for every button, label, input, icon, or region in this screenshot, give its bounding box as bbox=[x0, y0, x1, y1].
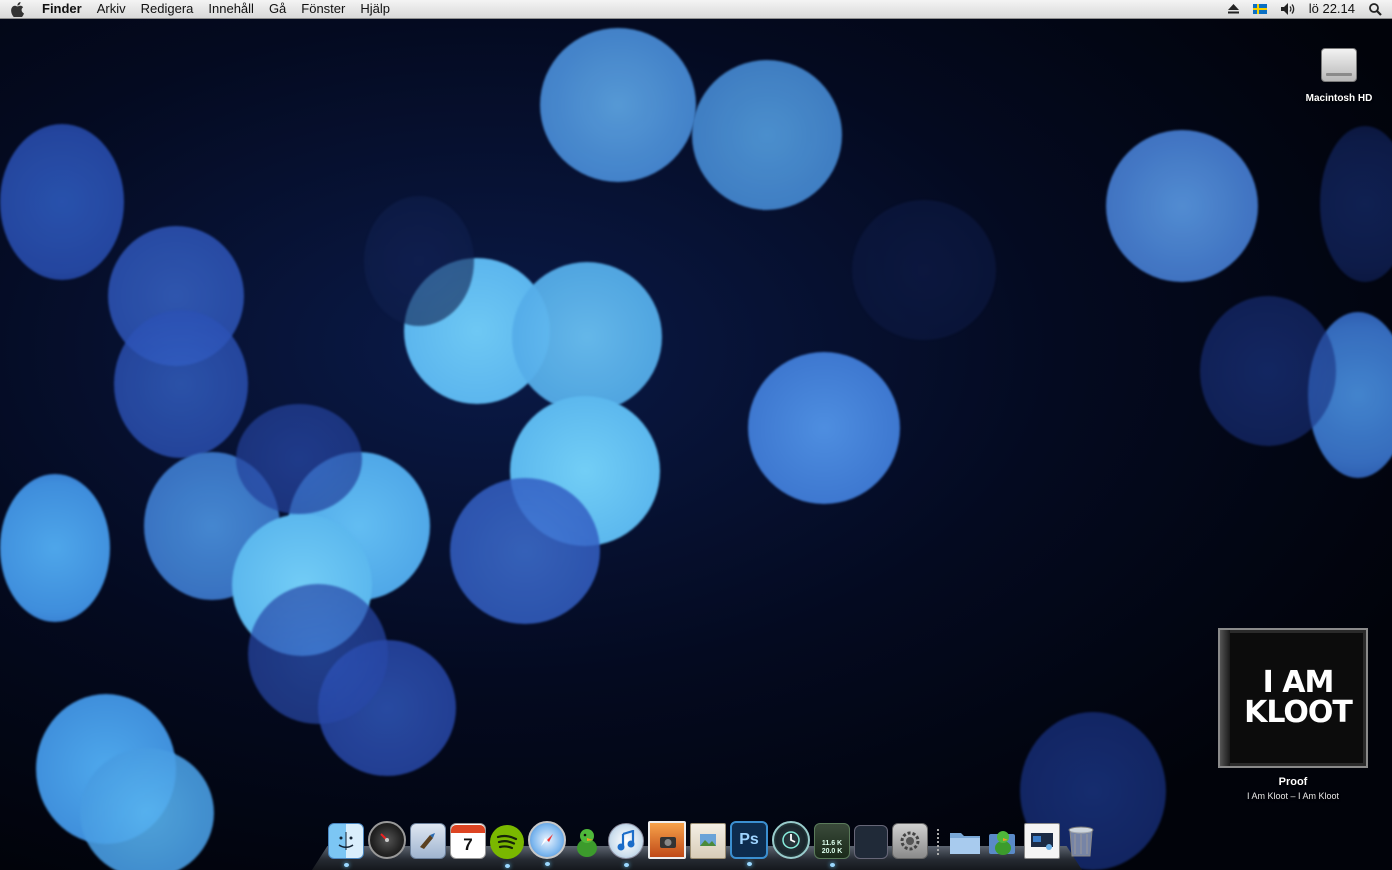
bokeh-dark bbox=[364, 196, 474, 326]
system-preferences-icon[interactable] bbox=[892, 823, 928, 859]
network-meter-icon[interactable]: 11.6 K 20.0 K bbox=[814, 823, 850, 867]
bokeh-dark bbox=[1200, 296, 1336, 446]
menu-bar: Finder Arkiv Redigera Innehåll Gå Fönste… bbox=[0, 0, 1392, 19]
track-title: Proof bbox=[1278, 776, 1308, 788]
screenshot-icon[interactable] bbox=[1024, 823, 1060, 859]
trash-icon[interactable] bbox=[1064, 825, 1098, 859]
menubar-clock[interactable]: lö 22.14 bbox=[1309, 0, 1355, 18]
network-download-rate: 20.0 K bbox=[821, 848, 843, 855]
menu-innehall[interactable]: Innehåll bbox=[208, 0, 254, 18]
hard-drive-icon bbox=[1321, 48, 1357, 82]
menu-arkiv[interactable]: Arkiv bbox=[97, 0, 126, 18]
safari-icon[interactable] bbox=[528, 821, 566, 866]
spotify-icon[interactable] bbox=[490, 825, 524, 868]
bokeh-dark bbox=[236, 404, 362, 514]
bokeh-light bbox=[1106, 130, 1258, 282]
applications-stack-icon[interactable] bbox=[986, 825, 1020, 859]
cd-case-spine bbox=[1220, 630, 1230, 766]
menu-finder[interactable]: Finder bbox=[42, 0, 82, 18]
menu-hjalp[interactable]: Hjälp bbox=[360, 0, 390, 18]
photoshop-icon[interactable]: Ps bbox=[730, 821, 768, 866]
network-upload-rate: 11.6 K bbox=[821, 840, 843, 847]
desktop-wallpaper bbox=[0, 0, 1392, 870]
iphoto-icon[interactable] bbox=[648, 821, 686, 859]
itunes-icon[interactable] bbox=[608, 823, 644, 867]
dock-separator bbox=[937, 829, 939, 855]
finder-icon[interactable] bbox=[328, 823, 364, 867]
preview-icon[interactable] bbox=[690, 823, 726, 859]
apple-icon[interactable] bbox=[10, 1, 24, 17]
track-artist-album: I Am Kloot – I Am Kloot bbox=[1246, 791, 1340, 801]
bokeh-dark bbox=[0, 124, 124, 280]
bokeh-light bbox=[692, 60, 842, 210]
bokeh-dark bbox=[248, 584, 388, 724]
macintosh-hd-label: Macintosh HD bbox=[1305, 93, 1373, 104]
bokeh-dark bbox=[852, 200, 996, 340]
bokeh-mid bbox=[450, 478, 600, 624]
album-art-text: I AM KLOOT bbox=[1244, 665, 1353, 730]
calendar-day: 7 bbox=[463, 835, 473, 854]
mail-icon[interactable] bbox=[410, 823, 446, 859]
dock: 7 Ps 11.6 K 20.0 K bbox=[328, 821, 1102, 868]
spaces-icon[interactable] bbox=[854, 825, 888, 859]
bokeh-light bbox=[0, 474, 110, 622]
album-cover[interactable]: I AM KLOOT bbox=[1218, 628, 1368, 768]
magnifier-icon[interactable] bbox=[1369, 2, 1382, 16]
eject-icon[interactable] bbox=[1227, 4, 1239, 14]
now-playing-widget[interactable]: I AM KLOOT Proof I Am Kloot – I Am Kloot bbox=[1218, 628, 1368, 801]
speaker-icon[interactable] bbox=[1280, 3, 1295, 15]
dashboard-icon[interactable] bbox=[368, 821, 406, 859]
bokeh-light bbox=[512, 262, 662, 412]
adium-duck-icon[interactable] bbox=[570, 825, 604, 859]
time-machine-icon[interactable] bbox=[772, 821, 810, 859]
bokeh-dark bbox=[114, 310, 248, 458]
bokeh-dark bbox=[1320, 126, 1392, 282]
macintosh-hd-icon[interactable]: Macintosh HD bbox=[1304, 48, 1374, 104]
menu-fonster[interactable]: Fönster bbox=[301, 0, 345, 18]
menu-ga[interactable]: Gå bbox=[269, 0, 286, 18]
swedish-flag-icon[interactable] bbox=[1252, 4, 1267, 14]
calendar-icon[interactable]: 7 bbox=[450, 823, 486, 859]
bokeh-light bbox=[540, 28, 696, 182]
menu-redigera[interactable]: Redigera bbox=[141, 0, 194, 18]
folder-icon[interactable] bbox=[948, 825, 982, 859]
bokeh-light bbox=[80, 748, 214, 870]
bokeh-mid bbox=[748, 352, 900, 504]
